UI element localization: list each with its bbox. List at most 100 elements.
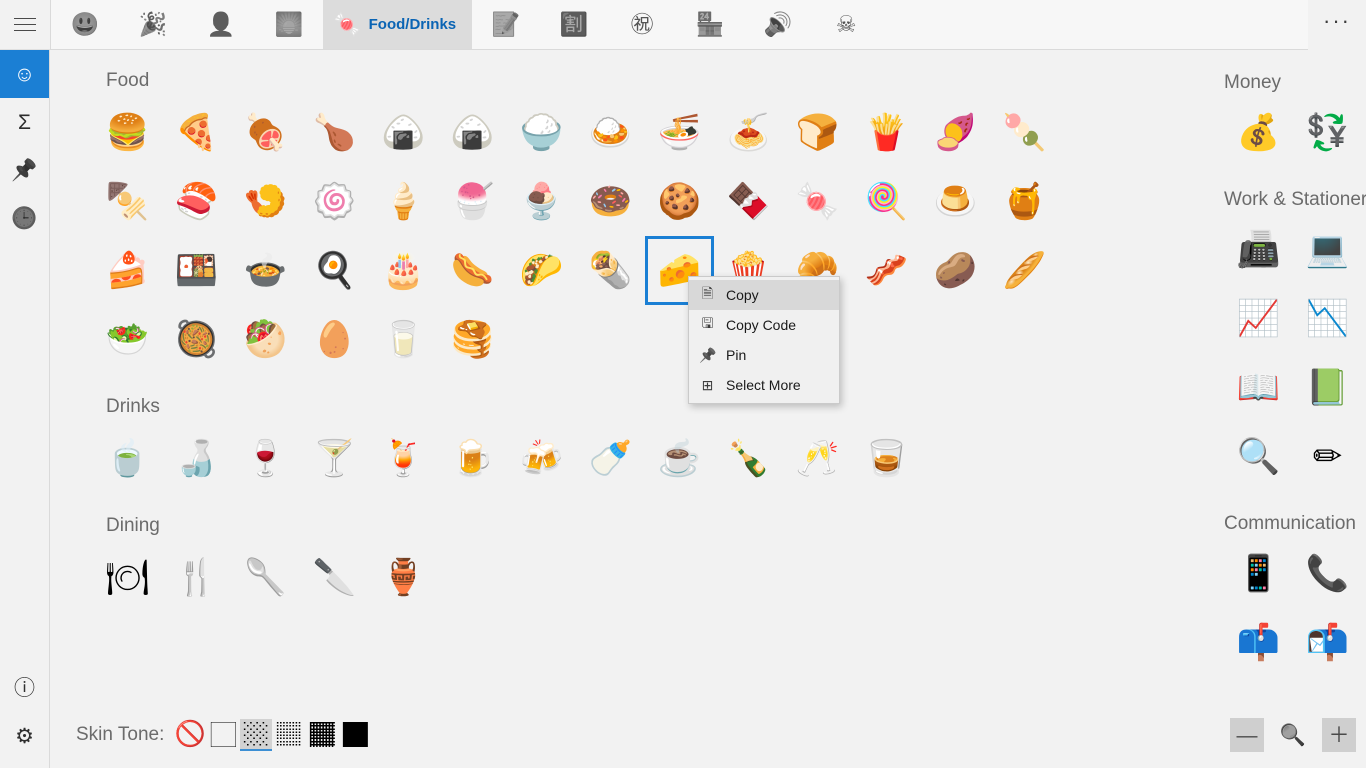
skin-tone-medium[interactable]: 🏽: [273, 719, 305, 751]
rail-item-emoji[interactable]: ☺: [0, 50, 49, 98]
skin-tone-none[interactable]: 🚫: [174, 719, 206, 751]
emoji-magnifying-glass[interactable]: 🔍: [1224, 422, 1293, 491]
emoji-meat-on-bone[interactable]: 🍖: [231, 98, 300, 167]
tab-celebration[interactable]: 🎉: [119, 0, 187, 49]
emoji-open-book[interactable]: 📖: [1224, 353, 1293, 422]
emoji-chocolate-bar[interactable]: 🍫: [714, 167, 783, 236]
emoji-pot-of-food[interactable]: 🍲: [231, 236, 300, 305]
emoji-poultry-leg[interactable]: 🍗: [300, 98, 369, 167]
emoji-spoon[interactable]: 🥄: [231, 543, 300, 612]
emoji-custard[interactable]: 🍮: [921, 167, 990, 236]
emoji-mobile-phone[interactable]: 📱: [1224, 539, 1293, 608]
emoji-wine-glass[interactable]: 🍷: [231, 424, 300, 493]
search-button[interactable]: 🔍: [1276, 718, 1310, 752]
emoji-closed-mailbox-raised-flag[interactable]: 📫: [1224, 608, 1293, 677]
emoji-hot-dog[interactable]: 🌭: [438, 236, 507, 305]
zoom-out-button[interactable]: —: [1230, 718, 1264, 752]
tab-congratulation[interactable]: ㊗: [608, 0, 676, 49]
emoji-secondary-pane[interactable]: Money💰💱Work & Stationery📠💻📈📉📖📗🔍✏Communic…: [1216, 50, 1366, 702]
emoji-bottle-with-popping-cork[interactable]: 🍾: [714, 424, 783, 493]
emoji-pencil[interactable]: ✏: [1293, 422, 1362, 491]
emoji-fish-cake-with-swirl[interactable]: 🍥: [300, 167, 369, 236]
tab-skull[interactable]: ☠: [812, 0, 880, 49]
emoji-beer-mug[interactable]: 🍺: [438, 424, 507, 493]
emoji-doughnut[interactable]: 🍩: [576, 167, 645, 236]
emoji-clinking-glasses[interactable]: 🥂: [783, 424, 852, 493]
overflow-menu-button[interactable]: ···: [1308, 0, 1366, 50]
emoji-bacon[interactable]: 🥓: [852, 236, 921, 305]
emoji-rice-ball[interactable]: 🍙: [369, 98, 438, 167]
emoji-fax-machine[interactable]: 📠: [1224, 215, 1293, 284]
emoji-green-book[interactable]: 📗: [1293, 353, 1362, 422]
emoji-laptop-computer[interactable]: 💻: [1293, 215, 1362, 284]
emoji-lollipop[interactable]: 🍭: [852, 167, 921, 236]
skin-tone-light[interactable]: 🏻: [207, 719, 239, 751]
hamburger-menu-button[interactable]: [0, 0, 50, 50]
emoji-chart-decreasing[interactable]: 📉: [1293, 284, 1362, 353]
emoji-oden[interactable]: 🍢: [93, 167, 162, 236]
emoji-money-bag[interactable]: 💰: [1224, 98, 1293, 167]
emoji-chart-increasing[interactable]: 📈: [1224, 284, 1293, 353]
emoji-potato[interactable]: 🥔: [921, 236, 990, 305]
context-menu-item-pin[interactable]: 📌Pin: [689, 340, 839, 370]
emoji-onigiri[interactable]: 🍙: [438, 98, 507, 167]
context-menu-item-copy[interactable]: 🗎Copy: [689, 280, 839, 310]
emoji-shallow-pan-of-food[interactable]: 🥘: [162, 305, 231, 374]
emoji-shaved-ice[interactable]: 🍧: [438, 167, 507, 236]
emoji-glass-of-milk[interactable]: 🥛: [369, 305, 438, 374]
emoji-currency-exchange[interactable]: 💱: [1293, 98, 1362, 167]
emoji-cooking-fried-egg[interactable]: 🍳: [300, 236, 369, 305]
emoji-pizza[interactable]: 🍕: [162, 98, 231, 167]
rail-item-recent[interactable]: 🕒: [0, 194, 49, 242]
tab-food-drinks[interactable]: 🍬Food/Drinks: [323, 0, 472, 49]
emoji-candy[interactable]: 🍬: [783, 167, 852, 236]
emoji-sushi[interactable]: 🍣: [162, 167, 231, 236]
emoji-shortcake[interactable]: 🍰: [93, 236, 162, 305]
skin-tone-medium-dark[interactable]: 🏾: [306, 719, 338, 751]
emoji-ice-cream[interactable]: 🍨: [507, 167, 576, 236]
emoji-amphora[interactable]: 🏺: [369, 543, 438, 612]
skin-tone-medium-light[interactable]: 🏼: [240, 719, 272, 751]
emoji-cookie[interactable]: 🍪: [645, 167, 714, 236]
emoji-clinking-beer-mugs[interactable]: 🍻: [507, 424, 576, 493]
tab-places[interactable]: 🏪: [676, 0, 744, 49]
emoji-bento-box[interactable]: 🍱: [162, 236, 231, 305]
tab-people[interactable]: 👤: [187, 0, 255, 49]
emoji-pancakes[interactable]: 🥞: [438, 305, 507, 374]
context-menu-item-select-more[interactable]: ⊞Select More: [689, 370, 839, 400]
emoji-fork-and-knife[interactable]: 🍴: [162, 543, 231, 612]
emoji-fried-shrimp[interactable]: 🍤: [231, 167, 300, 236]
skin-tone-dark[interactable]: 🏿: [339, 719, 371, 751]
rail-item-symbols[interactable]: Σ: [0, 98, 49, 146]
emoji-honey-pot[interactable]: 🍯: [990, 167, 1059, 236]
tab-smileys[interactable]: 😃: [51, 0, 119, 49]
emoji-hamburger[interactable]: 🍔: [93, 98, 162, 167]
emoji-dango[interactable]: 🍡: [990, 98, 1059, 167]
emoji-curry-rice[interactable]: 🍛: [576, 98, 645, 167]
emoji-main-pane[interactable]: Food🍔🍕🍖🍗🍙🍙🍚🍛🍜🍝🍞🍟🍠🍡🍢🍣🍤🍥🍦🍧🍨🍩🍪🍫🍬🍭🍮🍯🍰🍱🍲🍳🎂🌭🌮🌯…: [51, 50, 1216, 702]
emoji-cocktail-glass[interactable]: 🍸: [300, 424, 369, 493]
emoji-stuffed-flatbread[interactable]: 🥙: [231, 305, 300, 374]
emoji-taco[interactable]: 🌮: [507, 236, 576, 305]
rail-item-info[interactable]: ⓘ: [0, 664, 49, 712]
context-menu-item-copy-code[interactable]: 🖫Copy Code: [689, 310, 839, 340]
emoji-baby-bottle[interactable]: 🍼: [576, 424, 645, 493]
emoji-fork-and-knife-with-plate[interactable]: 🍽: [93, 543, 162, 612]
emoji-open-mailbox-raised-flag[interactable]: 📬: [1293, 608, 1362, 677]
emoji-roasted-sweet-potato[interactable]: 🍠: [921, 98, 990, 167]
emoji-context-menu[interactable]: 🗎Copy🖫Copy Code📌Pin⊞Select More: [688, 276, 840, 404]
emoji-tumbler-glass[interactable]: 🥃: [852, 424, 921, 493]
rail-item-settings[interactable]: ⚙: [0, 712, 49, 760]
emoji-egg[interactable]: 🥚: [300, 305, 369, 374]
emoji-burrito[interactable]: 🌯: [576, 236, 645, 305]
emoji-kitchen-knife[interactable]: 🔪: [300, 543, 369, 612]
tab-sound[interactable]: 🔊: [744, 0, 812, 49]
rail-item-pinned[interactable]: 📌: [0, 146, 49, 194]
tab-writing[interactable]: 📝: [472, 0, 540, 49]
emoji-baguette-bread[interactable]: 🥖: [990, 236, 1059, 305]
emoji-soft-ice-cream[interactable]: 🍦: [369, 167, 438, 236]
emoji-hot-beverage[interactable]: ☕: [645, 424, 714, 493]
emoji-tropical-drink[interactable]: 🍹: [369, 424, 438, 493]
emoji-teacup-without-handle[interactable]: 🍵: [93, 424, 162, 493]
tab-symbols-cjk[interactable]: 🈹: [540, 0, 608, 49]
